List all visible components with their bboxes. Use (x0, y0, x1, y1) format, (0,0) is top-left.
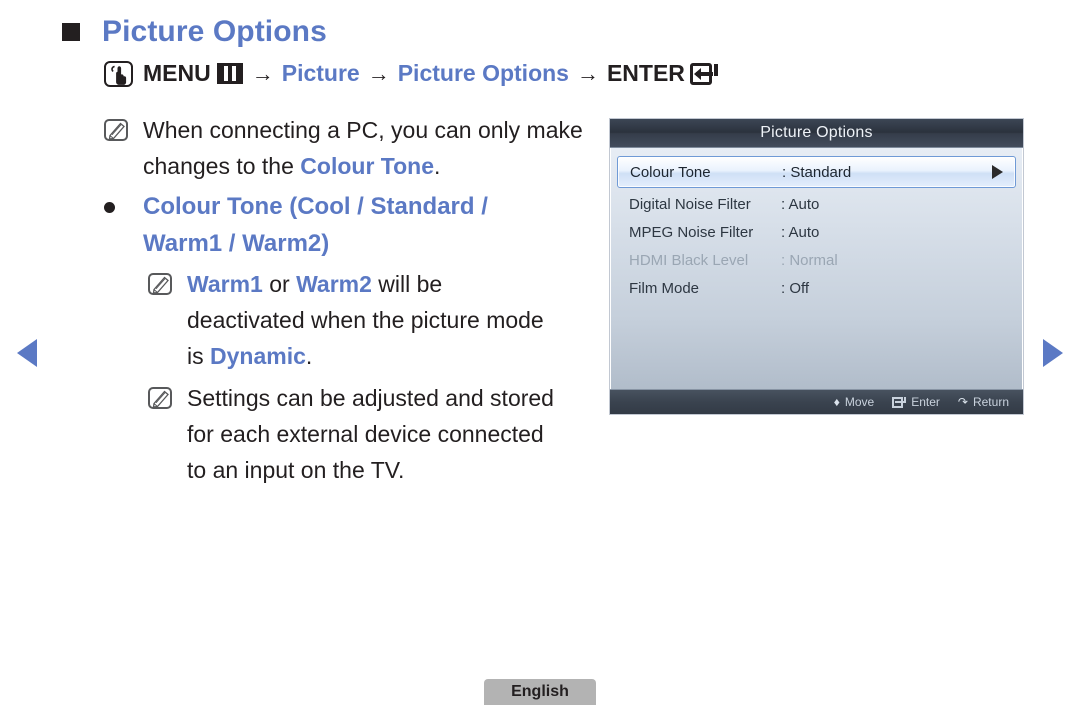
osd-row-label: Film Mode (629, 279, 700, 297)
osd-title: Picture Options (610, 119, 1023, 148)
note-item: When connecting a PC, you can only make … (104, 112, 589, 184)
page-title: Picture Options (102, 15, 327, 48)
note-highlight-warm1: Warm1 (187, 271, 263, 297)
osd-hint-enter-label: Enter (911, 395, 940, 409)
osd-row-value: : Auto (781, 195, 820, 213)
enter-key-icon (892, 396, 907, 408)
enter-label: ENTER (606, 60, 685, 86)
note-pen-icon (148, 273, 172, 295)
path-arrow-2: → (367, 60, 390, 86)
right-triangle-icon[interactable] (1043, 339, 1063, 367)
osd-row-value: : Standard (782, 163, 852, 181)
osd-hint-enter: Enter (892, 395, 940, 409)
osd-row-value: : Normal (781, 251, 838, 269)
osd-row-value: : Auto (781, 223, 820, 241)
tv-osd-panel: Picture Options Colour Tone : Standard D… (609, 118, 1024, 415)
return-arrow-icon: ↷ (957, 395, 968, 409)
hand-touch-icon (104, 60, 133, 87)
osd-row-value: : Off (781, 279, 810, 297)
osd-row-hdmi-black-level: HDMI Black Level : Normal (623, 247, 1010, 273)
note-item: Settings can be adjusted and stored for … (104, 380, 589, 488)
note-text: When connecting a PC, you can only make … (143, 112, 589, 184)
enter-key-icon (689, 62, 718, 85)
content-column: When connecting a PC, you can only make … (104, 112, 589, 490)
osd-row-mpeg-noise-filter[interactable]: MPEG Noise Filter : Auto (623, 219, 1010, 245)
note-highlight-dynamic: Dynamic (210, 343, 306, 369)
note-highlight-warm2: Warm2 (296, 271, 372, 297)
osd-row-label: HDMI Black Level (629, 251, 749, 269)
left-triangle-icon[interactable] (17, 339, 37, 367)
osd-hint-return-label: Return (972, 395, 1009, 409)
note-text-b: . (434, 153, 441, 179)
path-arrow-3: → (576, 60, 599, 86)
note-text-c: . (305, 343, 313, 369)
note-text: Settings can be adjusted and stored for … (187, 385, 554, 483)
page-title-row: Picture Options (62, 12, 327, 52)
osd-hint-move-label: Move (844, 395, 875, 409)
up-down-arrow-icon: ♦ (833, 395, 840, 409)
osd-row-digital-noise-filter[interactable]: Digital Noise Filter : Auto (623, 191, 1010, 217)
note-pen-icon (104, 119, 128, 141)
menu-path-step-picture: Picture (281, 60, 360, 86)
osd-menu-list: Colour Tone : Standard Digital Noise Fil… (610, 148, 1023, 301)
note-text: Warm1 or Warm2 will be deactivated when … (187, 266, 547, 374)
note-text-a: or (262, 271, 297, 297)
right-triangle-icon[interactable] (992, 165, 1003, 179)
osd-row-label: MPEG Noise Filter (629, 223, 754, 241)
note-item: Warm1 or Warm2 will be deactivated when … (104, 266, 589, 374)
menu-path: MENU → Picture → Picture Options → ENTER (104, 60, 718, 87)
osd-footer-hints: ♦ Move Enter ↷ Return (610, 389, 1023, 414)
note-highlight-colour-tone: Colour Tone (300, 153, 435, 179)
round-bullet-icon (104, 202, 115, 213)
path-arrow-1: → (251, 60, 274, 86)
menu-grid-icon (216, 63, 243, 84)
note-pen-icon (148, 387, 172, 409)
osd-row-film-mode[interactable]: Film Mode : Off (623, 275, 1010, 301)
osd-hint-move: ♦ Move (834, 395, 874, 409)
osd-row-colour-tone[interactable]: Colour Tone : Standard (617, 156, 1016, 188)
osd-row-label: Colour Tone (630, 163, 711, 181)
bullet-item: Colour Tone (Cool / Standard / Warm1 / W… (104, 188, 589, 262)
square-bullet-icon (62, 23, 80, 41)
menu-label: MENU (143, 60, 211, 86)
bullet-text: Colour Tone (Cool / Standard / Warm1 / W… (143, 193, 488, 257)
menu-path-step-picture-options: Picture Options (397, 60, 569, 86)
language-badge: English (484, 679, 596, 705)
osd-hint-return: ↷ Return (958, 395, 1009, 409)
osd-row-label: Digital Noise Filter (629, 195, 751, 213)
